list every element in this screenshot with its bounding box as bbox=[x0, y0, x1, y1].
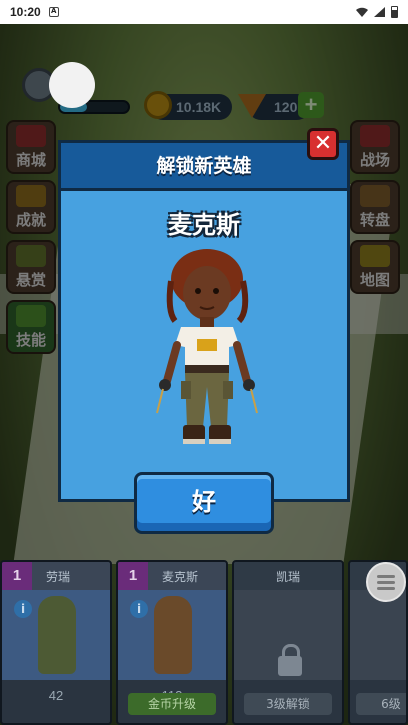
battery-icon bbox=[391, 6, 398, 18]
hero-figure bbox=[154, 596, 192, 674]
hero-portrait: i bbox=[118, 590, 226, 680]
hero-portrait bbox=[350, 590, 406, 680]
hero-name: 麦克斯 bbox=[168, 211, 240, 239]
notification-a-icon: A bbox=[48, 7, 59, 17]
touch-indicator bbox=[49, 62, 95, 108]
status-time: 10:20 bbox=[10, 5, 41, 19]
hero-portrait bbox=[234, 590, 342, 680]
lock-icon bbox=[278, 644, 302, 676]
hero-level: 1 bbox=[2, 562, 32, 590]
wifi-icon bbox=[356, 7, 368, 17]
unlock-requirement: 6级 bbox=[356, 693, 406, 715]
info-icon[interactable]: i bbox=[130, 600, 148, 618]
hero-card-locked[interactable]: 凯瑞 3级解锁 bbox=[232, 560, 344, 725]
hero-card[interactable]: 1麦克斯 i 112 金币升级 bbox=[116, 560, 228, 725]
hero-card-name: 劳瑞 bbox=[46, 569, 71, 584]
hero-portrait: i bbox=[2, 590, 110, 680]
dialog-title: 解锁新英雄 bbox=[61, 143, 347, 191]
hero-character-image bbox=[156, 249, 258, 444]
hero-card-name: 麦克斯 bbox=[162, 569, 199, 584]
hero-level: 1 bbox=[118, 562, 148, 590]
hero-card-name: 凯瑞 bbox=[276, 569, 301, 584]
floating-menu-button[interactable] bbox=[366, 562, 406, 602]
ok-button[interactable]: 好 bbox=[134, 472, 274, 534]
close-dialog-button[interactable]: ✕ bbox=[307, 128, 339, 160]
signal-icon bbox=[374, 7, 385, 17]
unlock-requirement: 3级解锁 bbox=[244, 693, 332, 715]
status-bar: 10:20 A bbox=[0, 0, 408, 24]
unlock-hero-dialog: 解锁新英雄 麦克斯 bbox=[58, 140, 350, 502]
coin-upgrade-button[interactable]: 金币升级 bbox=[128, 693, 216, 715]
info-icon[interactable]: i bbox=[14, 600, 32, 618]
hero-cost: 42 bbox=[48, 688, 64, 703]
hero-figure bbox=[38, 596, 76, 674]
hero-card[interactable]: 1 劳瑞 i 42 bbox=[0, 560, 112, 725]
